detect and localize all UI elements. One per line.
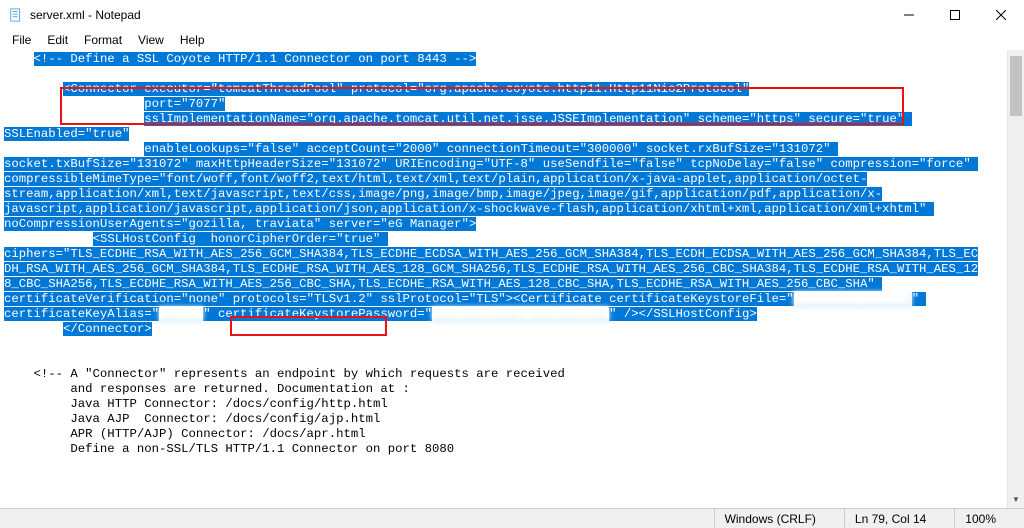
code-line[interactable]: Java HTTP Connector: /docs/config/http.h… xyxy=(4,397,978,412)
window-titlebar: server.xml - Notepad xyxy=(0,0,1024,30)
status-line-ending: Windows (CRLF) xyxy=(714,509,844,528)
code-line[interactable]: APR (HTTP/AJP) Connector: /docs/apr.html xyxy=(4,427,978,442)
menu-edit[interactable]: Edit xyxy=(39,31,76,49)
code-line[interactable] xyxy=(4,67,978,82)
code-line[interactable]: ciphers="TLS_ECDHE_RSA_WITH_AES_256_GCM_… xyxy=(4,247,978,262)
code-line[interactable]: <!-- A "Connector" represents an endpoin… xyxy=(4,367,978,382)
text-editor[interactable]: <!-- Define a SSL Coyote HTTP/1.1 Connec… xyxy=(0,50,1024,508)
code-line[interactable]: compressibleMimeType="font/woff,font/wof… xyxy=(4,172,978,187)
status-zoom: 100% xyxy=(954,509,1024,528)
code-line[interactable]: certificateKeyAlias="██████" certificate… xyxy=(4,307,978,322)
status-cursor-position: Ln 79, Col 14 xyxy=(844,509,954,528)
menu-format[interactable]: Format xyxy=(76,31,130,49)
scroll-thumb[interactable] xyxy=(1010,56,1022,116)
code-line[interactable]: socket.txBufSize="131072" maxHttpHeaderS… xyxy=(4,157,978,172)
code-line[interactable]: port="7077" xyxy=(4,97,978,112)
code-line[interactable]: <!-- Define a SSL Coyote HTTP/1.1 Connec… xyxy=(4,52,978,67)
code-line[interactable]: 8_CBC_SHA256,TLS_ECDHE_RSA_WITH_AES_256_… xyxy=(4,277,978,292)
notepad-icon xyxy=(8,7,24,23)
window-controls xyxy=(886,0,1024,30)
menu-view[interactable]: View xyxy=(130,31,172,49)
status-bar: Windows (CRLF) Ln 79, Col 14 100% xyxy=(0,508,1024,528)
menu-file[interactable]: File xyxy=(4,31,39,49)
code-line[interactable]: DH_RSA_WITH_AES_256_GCM_SHA384,TLS_ECDHE… xyxy=(4,262,978,277)
maximize-button[interactable] xyxy=(932,0,978,30)
code-line[interactable] xyxy=(4,337,978,352)
menu-bar: File Edit Format View Help xyxy=(0,30,1024,50)
code-line[interactable]: Define a non-SSL/TLS HTTP/1.1 Connector … xyxy=(4,442,978,457)
code-line[interactable]: </Connector> xyxy=(4,322,978,337)
window-title: server.xml - Notepad xyxy=(30,8,886,22)
code-line[interactable]: enableLookups="false" acceptCount="2000"… xyxy=(4,142,978,157)
code-line[interactable]: stream,application/xml,text/javascript,t… xyxy=(4,187,978,202)
code-line[interactable]: <Connector executor="tomcatThreadPool" p… xyxy=(4,82,978,97)
scroll-down-arrow[interactable]: ▼ xyxy=(1008,491,1024,508)
menu-help[interactable]: Help xyxy=(172,31,213,49)
code-line[interactable]: <SSLHostConfig honorCipherOrder="true" xyxy=(4,232,978,247)
code-line[interactable]: sslImplementationName="org.apache.tomcat… xyxy=(4,112,978,127)
code-line[interactable]: SSLEnabled="true" xyxy=(4,127,978,142)
close-button[interactable] xyxy=(978,0,1024,30)
code-line[interactable]: certificateVerification="none" protocols… xyxy=(4,292,978,307)
minimize-button[interactable] xyxy=(886,0,932,30)
code-line[interactable] xyxy=(4,352,978,367)
code-line[interactable]: and responses are returned. Documentatio… xyxy=(4,382,978,397)
code-line[interactable]: noCompressionUserAgents="gozilla, travia… xyxy=(4,217,978,232)
vertical-scrollbar[interactable]: ▲ ▼ xyxy=(1007,50,1024,508)
code-line[interactable]: Java AJP Connector: /docs/config/ajp.htm… xyxy=(4,412,978,427)
code-line[interactable]: javascript,application/javascript,applic… xyxy=(4,202,978,217)
